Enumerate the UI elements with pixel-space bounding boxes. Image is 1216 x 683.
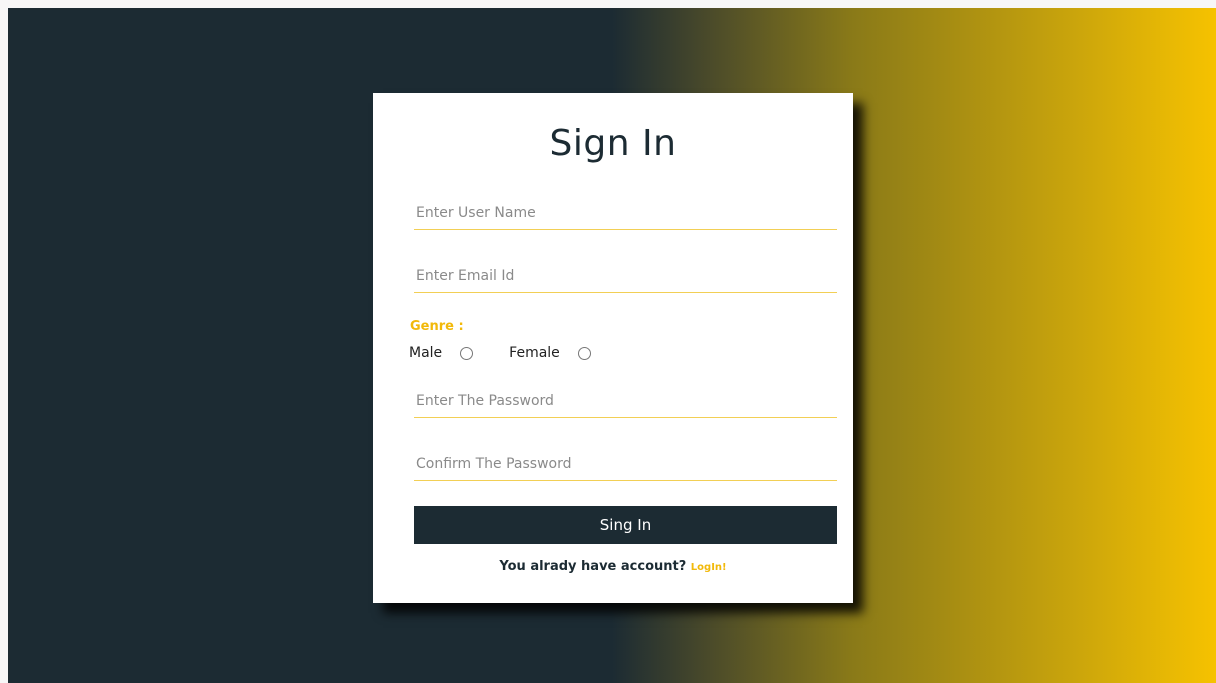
password-input[interactable] [414, 384, 837, 418]
gender-radio-group: Male Female [409, 341, 627, 365]
sign-in-button[interactable]: Sing In [414, 506, 837, 544]
male-label: Male [409, 345, 443, 361]
male-radio[interactable] [460, 346, 474, 360]
username-input[interactable] [414, 196, 837, 230]
login-prompt-text: You alrady have account? [499, 559, 687, 574]
page-title: Sign In [549, 123, 677, 164]
login-prompt: You alrady have account? LogIn! [373, 559, 853, 574]
email-input[interactable] [414, 259, 837, 293]
page-background: Sign In Genre : Male Female Sing In You … [8, 8, 1216, 683]
female-label: Female [509, 345, 560, 361]
genre-label: Genre : [410, 319, 464, 334]
female-radio[interactable] [577, 346, 591, 360]
login-link[interactable]: LogIn! [691, 562, 727, 573]
confirm-password-input[interactable] [414, 447, 837, 481]
signin-card: Sign In Genre : Male Female Sing In You … [373, 93, 853, 603]
